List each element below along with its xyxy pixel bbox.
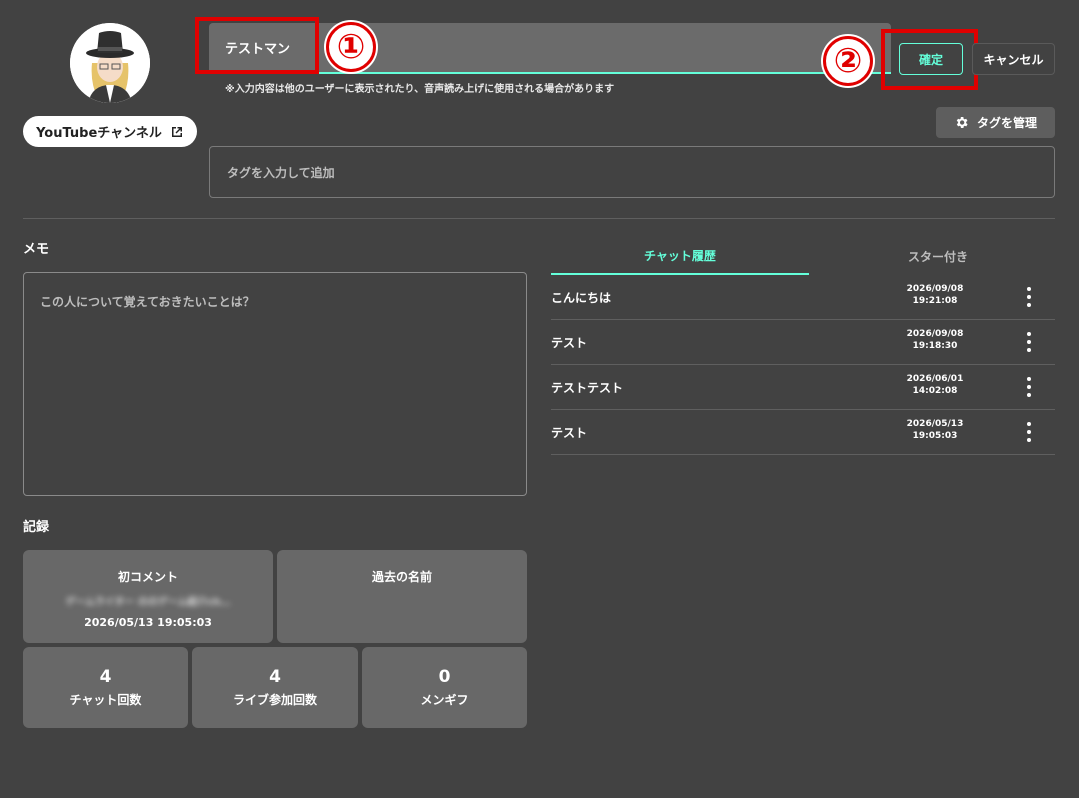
chat-row[interactable]: こんにちは 2026/09/08 19:21:08 <box>551 275 1055 320</box>
gear-icon <box>954 115 969 130</box>
cancel-label: キャンセル <box>983 52 1044 67</box>
chat-row[interactable]: テスト 2026/05/13 19:05:03 <box>551 410 1055 455</box>
stat-label: チャット回数 <box>69 693 142 707</box>
chat-text: テスト <box>551 426 588 440</box>
avatar <box>70 23 150 103</box>
chat-time: 14:02:08 <box>912 386 958 396</box>
chat-text: こんにちは <box>551 291 612 305</box>
chat-date: 2026/09/08 <box>906 329 964 339</box>
more-vert-icon[interactable] <box>1021 332 1037 352</box>
stat-label: ライブ参加回数 <box>232 693 317 707</box>
external-link-icon <box>170 125 184 139</box>
confirm-button[interactable]: 確定 <box>899 43 963 75</box>
tag-input[interactable]: タグを入力して追加 <box>209 146 1055 198</box>
tab-starred[interactable]: スター付き <box>809 237 1067 275</box>
chat-text: テスト <box>551 336 588 350</box>
chat-row[interactable]: テスト 2026/09/08 19:18:30 <box>551 320 1055 365</box>
first-comment-card: 初コメント ゲームライター ののゲーム紹介ch… 2026/05/13 19:0… <box>23 550 273 643</box>
name-hint: ※入力内容は他のユーザーに表示されたり、音声読み上げに使用される場合があります <box>225 84 615 95</box>
memo-placeholder: この人について覚えておきたいことは？ <box>40 295 255 309</box>
stat-card-live-count: 4 ライブ参加回数 <box>192 647 358 728</box>
manage-tags-label: タグを管理 <box>976 116 1037 130</box>
past-names-card: 過去の名前 <box>277 550 527 643</box>
stat-value: 4 <box>269 667 281 687</box>
first-comment-text: ゲームライター ののゲーム紹介ch… <box>65 597 231 608</box>
past-names-title: 過去の名前 <box>371 570 432 584</box>
annotation-box-1 <box>195 17 319 74</box>
chat-time: 19:05:03 <box>912 431 958 441</box>
section-divider <box>23 218 1055 219</box>
chat-date: 2026/05/13 <box>906 419 964 429</box>
stat-value: 0 <box>438 667 451 687</box>
chat-timestamp: 2026/06/01 14:02:08 <box>903 373 967 397</box>
chat-time: 19:18:30 <box>912 341 958 351</box>
chat-timestamp: 2026/05/13 19:05:03 <box>903 418 967 442</box>
chat-timestamp: 2026/09/08 19:18:30 <box>903 328 967 352</box>
memo-label: メモ <box>23 242 50 257</box>
tag-input-placeholder: タグを入力して追加 <box>227 165 335 180</box>
youtube-channel-button[interactable]: YouTubeチャンネル <box>23 116 197 147</box>
stat-card-member-gift: 0 メンギフ <box>362 647 527 728</box>
more-vert-icon[interactable] <box>1021 287 1037 307</box>
first-comment-date: 2026/05/13 19:05:03 <box>84 616 212 629</box>
chat-time: 19:21:08 <box>912 296 958 306</box>
chat-timestamp: 2026/09/08 19:21:08 <box>903 283 967 307</box>
stat-card-chat-count: 4 チャット回数 <box>23 647 188 728</box>
chat-text: テストテスト <box>551 381 624 395</box>
confirm-label: 確定 <box>918 52 943 67</box>
more-vert-icon[interactable] <box>1021 422 1037 442</box>
chat-date: 2026/06/01 <box>906 374 964 384</box>
tab-chat-history[interactable]: チャット履歴 <box>551 237 809 275</box>
more-vert-icon[interactable] <box>1021 377 1037 397</box>
chat-date: 2026/09/08 <box>906 284 964 294</box>
manage-tags-button[interactable]: タグを管理 <box>936 107 1055 138</box>
annotation-marker-1: ① <box>326 22 376 72</box>
records-label: 記録 <box>23 520 50 535</box>
first-comment-title: 初コメント <box>117 570 178 584</box>
stat-value: 4 <box>99 667 112 687</box>
tab-starred-label: スター付き <box>907 249 968 264</box>
chat-row[interactable]: テストテスト 2026/06/01 14:02:08 <box>551 365 1055 410</box>
annotation-marker-2: ② <box>823 36 873 86</box>
youtube-channel-label: YouTubeチャンネル <box>36 126 162 141</box>
cancel-button[interactable]: キャンセル <box>972 43 1055 75</box>
tab-chat-history-label: チャット履歴 <box>644 248 716 263</box>
stat-label: メンギフ <box>420 693 469 707</box>
memo-textarea[interactable]: この人について覚えておきたいことは？ <box>23 272 527 496</box>
